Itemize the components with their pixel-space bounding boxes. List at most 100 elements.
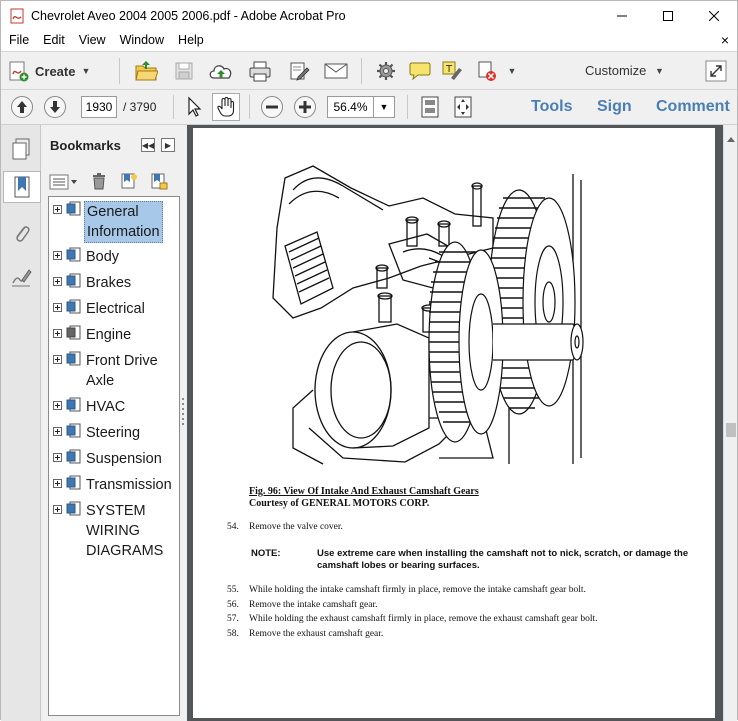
scrollbar-thumb[interactable] bbox=[726, 423, 736, 437]
settings-button[interactable] bbox=[373, 58, 399, 84]
chevron-down-icon: ▼ bbox=[81, 66, 91, 76]
bookmark-from-structure-button[interactable] bbox=[147, 170, 171, 192]
close-document-button[interactable]: × bbox=[721, 30, 729, 51]
page-thumbnails-button[interactable] bbox=[5, 133, 37, 165]
close-button[interactable] bbox=[691, 1, 737, 30]
attachments-button[interactable] bbox=[5, 217, 37, 249]
expand-plus-icon[interactable] bbox=[53, 303, 62, 312]
delete-bookmark-button[interactable] bbox=[87, 170, 111, 192]
zoom-out-button[interactable] bbox=[259, 94, 285, 120]
acrobat-window: Chevrolet Aveo 2004 2005 2006.pdf - Adob… bbox=[0, 0, 738, 721]
expand-plus-icon[interactable] bbox=[53, 277, 62, 286]
scroll-up-arrow-icon bbox=[727, 137, 735, 142]
save-button[interactable] bbox=[171, 58, 197, 84]
zoom-dropdown-button[interactable]: ▼ bbox=[373, 96, 395, 118]
expand-plus-icon[interactable] bbox=[53, 505, 62, 514]
expand-panel-button[interactable]: ▶ bbox=[161, 138, 175, 152]
figure-courtesy: Courtesy of GENERAL MOTORS CORP. bbox=[249, 498, 430, 509]
bookmark-electrical[interactable]: Electrical bbox=[53, 299, 179, 319]
cursor-arrow-icon bbox=[188, 96, 202, 117]
menu-help[interactable]: Help bbox=[172, 30, 210, 51]
open-folder-button[interactable] bbox=[133, 58, 159, 84]
gear-icon bbox=[377, 62, 395, 80]
next-page-button[interactable] bbox=[42, 94, 68, 120]
maximize-button[interactable] bbox=[645, 1, 691, 30]
expand-plus-icon[interactable] bbox=[53, 401, 62, 410]
zoom-level-input[interactable]: 56.4% bbox=[327, 96, 373, 118]
bookmark-engine[interactable]: Engine bbox=[53, 325, 179, 345]
create-button[interactable]: Create ▼ bbox=[7, 57, 90, 85]
bookmark-steering[interactable]: Steering bbox=[53, 423, 179, 443]
step-number: 54. bbox=[227, 522, 239, 532]
expand-plus-icon[interactable] bbox=[53, 427, 62, 436]
bookmark-icon bbox=[66, 299, 81, 314]
page-number-input[interactable]: 1930 bbox=[81, 96, 117, 118]
chevron-down-icon: ▼ bbox=[655, 66, 664, 76]
vertical-scrollbar[interactable] bbox=[723, 125, 737, 721]
bookmarks-tree: General Information Body Brakes Electrica… bbox=[48, 196, 180, 716]
step-text: While holding the exhaust camshaft firml… bbox=[249, 614, 598, 624]
expand-plus-icon[interactable] bbox=[53, 205, 62, 214]
fit-width-button[interactable] bbox=[450, 94, 476, 120]
bookmark-body[interactable]: Body bbox=[53, 247, 179, 267]
minimize-button[interactable] bbox=[599, 1, 645, 30]
tools-pane-link[interactable]: Tools bbox=[531, 98, 572, 116]
step-text: Remove the exhaust camshaft gear. bbox=[249, 629, 384, 639]
document-viewport[interactable]: Fig. 96: View Of Intake And Exhaust Cams… bbox=[187, 125, 725, 721]
bookmark-icon bbox=[66, 351, 81, 366]
bookmark-hvac[interactable]: HVAC bbox=[53, 397, 179, 417]
bookmark-transmission[interactable]: Transmission bbox=[53, 475, 179, 495]
bookmark-label: Steering bbox=[86, 425, 141, 441]
cloud-upload-icon bbox=[209, 65, 232, 79]
edit-document-button[interactable] bbox=[286, 58, 312, 84]
comment-pane-link[interactable]: Comment bbox=[656, 98, 730, 116]
menu-edit[interactable]: Edit bbox=[37, 30, 71, 51]
more-tools-button[interactable]: ▼ bbox=[504, 58, 520, 84]
bookmark-options-button[interactable] bbox=[49, 171, 79, 193]
highlight-text-button[interactable]: T bbox=[439, 58, 465, 84]
menu-view[interactable]: View bbox=[73, 30, 112, 51]
expand-plus-icon[interactable] bbox=[53, 355, 62, 364]
upload-cloud-button[interactable] bbox=[208, 58, 234, 84]
menu-bar: File Edit View Window Help × bbox=[1, 30, 737, 51]
menu-window[interactable]: Window bbox=[114, 30, 170, 51]
expand-button[interactable] bbox=[703, 58, 729, 84]
sign-pane-link[interactable]: Sign bbox=[597, 98, 632, 116]
bookmark-label: Engine bbox=[86, 327, 132, 343]
zoom-in-button[interactable] bbox=[292, 94, 318, 120]
page-view-button[interactable] bbox=[417, 94, 443, 120]
pdf-file-icon bbox=[10, 8, 24, 23]
toolbar-divider bbox=[173, 95, 174, 119]
expand-plus-icon[interactable] bbox=[53, 453, 62, 462]
bookmark-front-drive-axle[interactable]: Front Drive Axle bbox=[53, 351, 179, 391]
previous-page-button[interactable] bbox=[9, 94, 35, 120]
chevron-right-icon: ▶ bbox=[164, 140, 172, 150]
step-text: Remove the intake camshaft gear. bbox=[249, 600, 378, 610]
bookmarks-toolbar bbox=[41, 169, 187, 195]
panel-splitter-handle[interactable] bbox=[181, 396, 185, 426]
select-tool-button[interactable] bbox=[181, 94, 207, 120]
bookmark-suspension[interactable]: Suspension bbox=[53, 449, 179, 469]
signatures-button[interactable] bbox=[5, 261, 37, 293]
plus-circle-icon bbox=[294, 96, 316, 118]
bookmark-system-wiring-diagrams[interactable]: SYSTEM WIRING DIAGRAMS bbox=[53, 501, 179, 561]
expand-plus-icon[interactable] bbox=[53, 329, 62, 338]
stamp-button[interactable] bbox=[474, 58, 500, 84]
comment-button[interactable] bbox=[407, 58, 433, 84]
toolbar-divider bbox=[407, 95, 408, 119]
menu-file[interactable]: File bbox=[3, 30, 35, 51]
customize-button[interactable]: Customize bbox=[585, 63, 646, 78]
bookmark-general-information[interactable]: General Information bbox=[53, 201, 179, 243]
new-bookmark-button[interactable] bbox=[117, 170, 141, 192]
open-folder-icon bbox=[135, 61, 158, 81]
expand-plus-icon[interactable] bbox=[53, 479, 62, 488]
hand-tool-button[interactable] bbox=[212, 93, 240, 121]
bookmarks-panel-button[interactable] bbox=[3, 171, 41, 203]
collapse-panel-button[interactable]: ◀◀ bbox=[141, 138, 155, 152]
bookmark-brakes[interactable]: Brakes bbox=[53, 273, 179, 293]
bookmark-icon bbox=[66, 397, 81, 412]
print-button[interactable] bbox=[247, 58, 273, 84]
expand-plus-icon[interactable] bbox=[53, 251, 62, 260]
bookmark-icon bbox=[66, 475, 81, 490]
email-button[interactable] bbox=[323, 58, 349, 84]
